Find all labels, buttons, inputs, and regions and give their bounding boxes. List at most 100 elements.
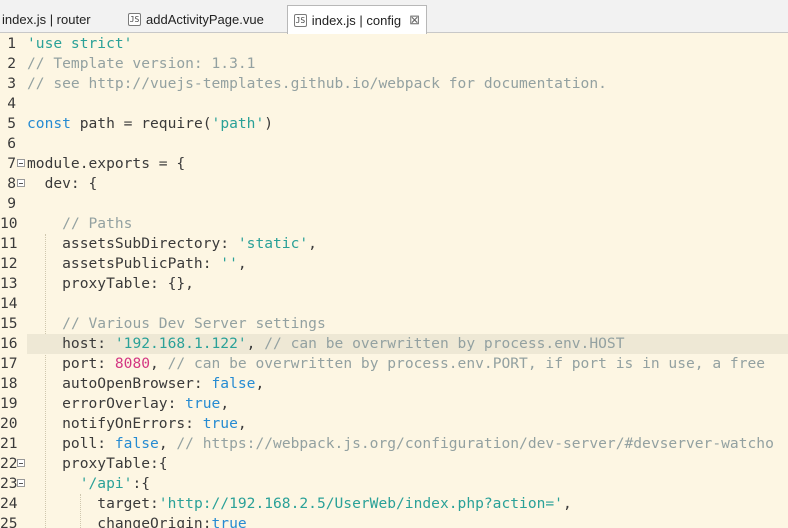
tab-label: index.js | config <box>311 12 402 28</box>
code-line[interactable]: 12 assetsPublicPath: '', <box>0 254 788 274</box>
code-text: assetsPublicPath: '', <box>27 254 247 274</box>
tab-index-js-config[interactable]: JS index.js | config ⊠ <box>287 5 427 34</box>
code-text: proxyTable: {}, <box>27 274 194 294</box>
code-line[interactable]: 7 module.exports = { <box>0 154 788 174</box>
code-token: const <box>27 115 71 132</box>
code-line[interactable]: 3 // see http://vuejs-templates.github.io… <box>0 74 788 94</box>
code-text: // see http://vuejs-templates.github.io/… <box>27 74 607 94</box>
code-line[interactable]: 16 host: '192.168.1.122', // can be over… <box>0 334 788 354</box>
line-number: 9 <box>7 195 16 212</box>
code-token: '192.168.1.122' <box>114 335 247 352</box>
close-tab-icon[interactable]: ⊠ <box>409 12 420 28</box>
code-token: '/api' <box>79 475 133 492</box>
code-token: assetsSubDirectory: <box>27 235 238 252</box>
line-number: 23 <box>0 475 18 492</box>
code-line[interactable]: 19 errorOverlay: true, <box>0 394 788 414</box>
code-token: changeOrigin: <box>27 515 212 528</box>
line-number: 17 <box>0 355 18 372</box>
code-token: autoOpenBrowser: <box>27 375 212 392</box>
code-token: , <box>246 335 265 352</box>
code-line[interactable]: 1 'use strict' <box>0 34 788 54</box>
editor-tab-bar: index.js | router JS addActivityPage.vue… <box>0 0 788 34</box>
code-text: proxyTable:{ <box>27 454 167 474</box>
code-text: port: 8080, // can be overwritten by pro… <box>27 354 765 374</box>
line-number: 1 <box>7 35 16 52</box>
line-number: 5 <box>7 115 16 132</box>
code-text: poll: false, // https://webpack.js.org/c… <box>27 434 774 454</box>
vue-file-icon: JS <box>128 13 141 26</box>
code-token: target: <box>27 495 159 512</box>
code-line[interactable]: 25 changeOrigin:true <box>0 514 788 528</box>
code-line[interactable]: 8 dev: { <box>0 174 788 194</box>
line-number: 12 <box>0 255 18 272</box>
fold-collapse-icon[interactable] <box>17 159 25 167</box>
line-number: 3 <box>7 75 16 92</box>
code-token: path = require( <box>70 115 212 132</box>
line-number: 7 <box>7 155 16 172</box>
code-line[interactable]: 6 <box>0 134 788 154</box>
code-line[interactable]: 4 <box>0 94 788 114</box>
code-token: // Template version: 1.3.1 <box>27 55 256 72</box>
code-token: // Various Dev Server settings <box>62 315 326 332</box>
code-token: poll: <box>27 435 115 452</box>
code-line[interactable]: 2 // Template version: 1.3.1 <box>0 54 788 74</box>
code-line[interactable]: 17 port: 8080, // can be overwritten by … <box>0 354 788 374</box>
code-token: assetsPublicPath: <box>27 255 221 272</box>
fold-collapse-icon[interactable] <box>17 479 25 487</box>
code-text: changeOrigin:true <box>27 514 247 528</box>
code-text: target:'http://192.168.2.5/UserWeb/index… <box>27 494 571 514</box>
code-line[interactable]: 11 assetsSubDirectory: 'static', <box>0 234 788 254</box>
code-token: // https://webpack.js.org/configuration/… <box>176 435 774 452</box>
code-text: // Paths <box>27 214 132 234</box>
code-line[interactable]: 13 proxyTable: {}, <box>0 274 788 294</box>
fold-collapse-icon[interactable] <box>17 179 25 187</box>
tab-label: index.js | router <box>2 12 91 27</box>
tab-index-js-router[interactable]: index.js | router <box>0 6 120 33</box>
line-number: 10 <box>0 215 18 232</box>
code-token: , <box>158 435 177 452</box>
code-line[interactable]: 18 autoOpenBrowser: false, <box>0 374 788 394</box>
code-token: // can be overwritten by process.env.POR… <box>167 355 766 372</box>
code-token: false <box>211 375 256 392</box>
code-token: true <box>211 515 247 528</box>
tab-addactivitypage-vue[interactable]: JS addActivityPage.vue <box>122 6 284 33</box>
code-line[interactable]: 9 <box>0 194 788 214</box>
code-line[interactable]: 14 <box>0 294 788 314</box>
code-token: , <box>237 415 247 432</box>
code-token: host: <box>27 335 115 352</box>
code-token: :{ <box>132 475 151 492</box>
code-line[interactable]: 23 '/api':{ <box>0 474 788 494</box>
code-token: , <box>308 235 317 252</box>
line-number: 14 <box>0 295 18 312</box>
line-number: 4 <box>7 95 16 112</box>
fold-collapse-icon[interactable] <box>17 459 25 467</box>
code-token: true <box>185 395 221 412</box>
code-token: // can be overwritten by process.env.HOS… <box>264 335 625 352</box>
code-token: // Paths <box>62 215 133 232</box>
code-line[interactable]: 10 // Paths <box>0 214 788 234</box>
line-number: 19 <box>0 395 18 412</box>
code-token: 'static' <box>237 235 309 252</box>
line-number: 2 <box>7 55 16 72</box>
code-line[interactable]: 5 const path = require('path') <box>0 114 788 134</box>
code-line[interactable]: 22 proxyTable:{ <box>0 454 788 474</box>
code-token: proxyTable: {}, <box>27 275 194 292</box>
line-number: 6 <box>7 135 16 152</box>
code-line[interactable]: 20 notifyOnErrors: true, <box>0 414 788 434</box>
code-line[interactable]: 15 // Various Dev Server settings <box>0 314 788 334</box>
code-text: '/api':{ <box>27 474 150 494</box>
code-line[interactable]: 24 target:'http://192.168.2.5/UserWeb/in… <box>0 494 788 514</box>
line-number: 21 <box>0 435 18 452</box>
code-editor[interactable]: 1 'use strict' 2 // Template version: 1.3.1… <box>0 34 788 528</box>
line-number: 18 <box>0 375 18 392</box>
code-token: // see http://vuejs-templates.github.io/… <box>27 75 607 92</box>
line-number: 8 <box>7 175 16 192</box>
tab-label: addActivityPage.vue <box>146 12 264 27</box>
code-token: , <box>237 255 247 272</box>
code-token: 'http://192.168.2.5/UserWeb/index.php?ac… <box>158 495 563 512</box>
code-token: 'use strict' <box>27 35 133 52</box>
code-token: false <box>114 435 159 452</box>
code-line[interactable]: 21 poll: false, // https://webpack.js.or… <box>0 434 788 454</box>
